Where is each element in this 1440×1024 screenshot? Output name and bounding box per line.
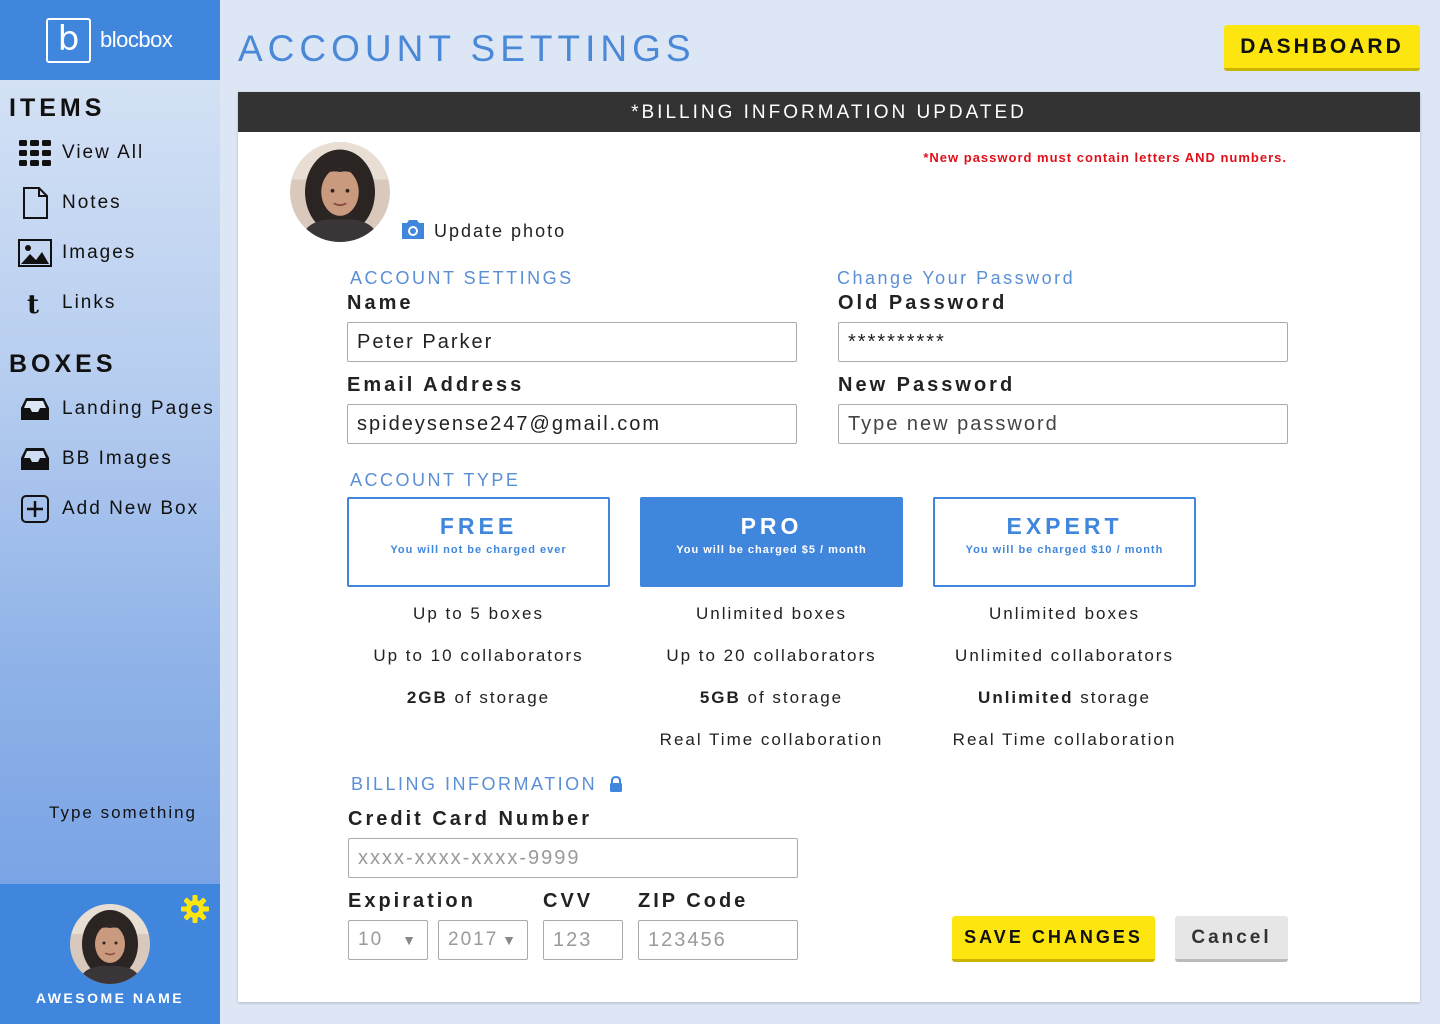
expiration-month-value: 10 — [358, 929, 384, 950]
account-type-heading: ACCOUNT TYPE — [350, 470, 521, 490]
sidebar-item-links[interactable]: t Links — [18, 286, 218, 320]
profile-panel: AWESOME NAME — [0, 884, 220, 1024]
plan-description: You will be charged $5 / month — [676, 544, 867, 556]
plan-free-option[interactable]: FREE You will not be charged ever — [347, 497, 610, 587]
plan-feature-boxes: Unlimited boxes — [989, 604, 1140, 623]
update-photo-label: Update photo — [434, 221, 567, 241]
avatar[interactable] — [70, 904, 150, 984]
svg-text:t: t — [27, 290, 39, 317]
gear-icon[interactable] — [180, 894, 210, 924]
sidebar-box-bb-images[interactable]: BB Images — [18, 442, 218, 476]
change-password-heading: Change Your Password — [837, 268, 1076, 288]
sidebar-item-label: Images — [62, 242, 137, 263]
inbox-icon — [18, 442, 52, 476]
sidebar-item-label: Notes — [62, 192, 122, 213]
plan-feature-boxes: Up to 5 boxes — [413, 604, 544, 623]
sidebar-item-label: Add New Box — [62, 498, 200, 519]
logo-icon: b — [46, 18, 91, 63]
plan-expert-option[interactable]: EXPERT You will be charged $10 / month — [933, 497, 1196, 587]
expiration-year-select[interactable]: 2017 ▼ — [438, 920, 528, 960]
credit-card-label: Credit Card Number — [348, 808, 593, 830]
zip-input[interactable] — [638, 920, 798, 960]
document-icon — [18, 186, 52, 220]
plan-name: PRO — [740, 513, 803, 539]
boxes-heading: BOXES — [9, 350, 117, 378]
plan-feature-storage: 5GB of storage — [640, 688, 903, 708]
plan-feature-boxes: Unlimited boxes — [696, 604, 847, 623]
old-password-input[interactable] — [838, 322, 1288, 362]
storage-text: of storage — [447, 688, 551, 707]
plan-name: FREE — [439, 513, 518, 539]
sidebar-item-label: View All — [62, 142, 145, 163]
plan-feature-realtime: Real Time collaboration — [659, 730, 884, 749]
page-title: ACCOUNT SETTINGS — [238, 28, 696, 69]
dropdown-arrow-icon: ▼ — [402, 932, 418, 948]
cvv-label: CVV — [543, 890, 594, 912]
storage-text: of storage — [740, 688, 844, 707]
plus-square-icon — [18, 492, 52, 526]
sidebar-item-notes[interactable]: Notes — [18, 186, 218, 220]
plan-feature-collaborators: Up to 20 collaborators — [666, 646, 877, 665]
plan-description: You will not be charged ever — [390, 544, 567, 556]
lock-icon — [609, 776, 623, 793]
account-settings-heading: ACCOUNT SETTINGS — [350, 268, 574, 288]
grid-icon — [18, 136, 52, 170]
old-password-label: Old Password — [838, 292, 1008, 314]
profile-photo — [290, 142, 390, 242]
logo-bar[interactable]: b blocbox — [0, 0, 220, 80]
inbox-icon — [18, 392, 52, 426]
update-photo-button[interactable]: Update photo — [400, 218, 566, 245]
sidebar-item-label: Links — [62, 292, 117, 313]
items-heading: ITEMS — [9, 94, 106, 122]
name-input[interactable] — [347, 322, 797, 362]
plan-feature-storage: 2GB of storage — [347, 688, 610, 708]
storage-amount: 5GB — [699, 688, 741, 707]
sidebar-item-label: BB Images — [62, 448, 173, 469]
sidebar-item-images[interactable]: Images — [18, 236, 218, 270]
sidebar-item-view-all[interactable]: View All — [18, 136, 218, 170]
password-warning: *New password must contain letters AND n… — [923, 150, 1287, 165]
email-label: Email Address — [347, 374, 525, 396]
plan-feature-collaborators: Unlimited collaborators — [955, 646, 1174, 665]
billing-heading-row: BILLING INFORMATION — [351, 774, 623, 795]
expiration-month-select[interactable]: 10 ▼ — [348, 920, 428, 960]
sidebar-text-input[interactable]: Type something — [49, 803, 197, 823]
storage-amount: Unlimited — [978, 688, 1074, 707]
plan-pro-option[interactable]: PRO You will be charged $5 / month — [640, 497, 903, 587]
dropdown-arrow-icon: ▼ — [502, 932, 518, 948]
credit-card-input[interactable] — [348, 838, 798, 878]
billing-heading: BILLING INFORMATION — [351, 774, 598, 794]
sidebar-item-label: Landing Pages — [62, 398, 215, 419]
brand-name: blocbox — [100, 27, 173, 52]
new-password-input[interactable] — [838, 404, 1288, 444]
status-banner: *BILLING INFORMATION UPDATED — [238, 92, 1420, 132]
sidebar: b blocbox ITEMS View All Notes Images t … — [0, 0, 220, 1024]
email-input[interactable] — [347, 404, 797, 444]
sidebar-box-landing-pages[interactable]: Landing Pages — [18, 392, 218, 426]
tumblr-icon: t — [18, 286, 52, 320]
plan-feature-realtime: Real Time collaboration — [952, 730, 1177, 749]
image-icon — [18, 236, 52, 270]
dashboard-button[interactable]: DASHBOARD — [1224, 25, 1420, 71]
expiration-year-value: 2017 — [448, 929, 499, 950]
zip-label: ZIP Code — [638, 890, 749, 912]
storage-amount: 2GB — [406, 688, 448, 707]
settings-card: *BILLING INFORMATION UPDATED *New passwo… — [238, 92, 1420, 1002]
profile-name: AWESOME NAME — [35, 990, 185, 1006]
plan-description: You will be charged $10 / month — [965, 544, 1164, 556]
plan-feature-collaborators: Up to 10 collaborators — [373, 646, 584, 665]
cvv-input[interactable] — [543, 920, 623, 960]
cancel-button[interactable]: Cancel — [1175, 916, 1288, 962]
camera-icon — [400, 218, 426, 245]
save-changes-button[interactable]: SAVE CHANGES — [952, 916, 1155, 962]
plan-feature-storage: Unlimited storage — [933, 688, 1196, 708]
new-password-label: New Password — [838, 374, 1016, 396]
name-label: Name — [347, 292, 414, 314]
expiration-label: Expiration — [348, 890, 476, 912]
add-new-box-button[interactable]: Add New Box — [18, 492, 218, 526]
storage-text: storage — [1073, 688, 1151, 707]
plan-name: EXPERT — [1006, 513, 1123, 539]
